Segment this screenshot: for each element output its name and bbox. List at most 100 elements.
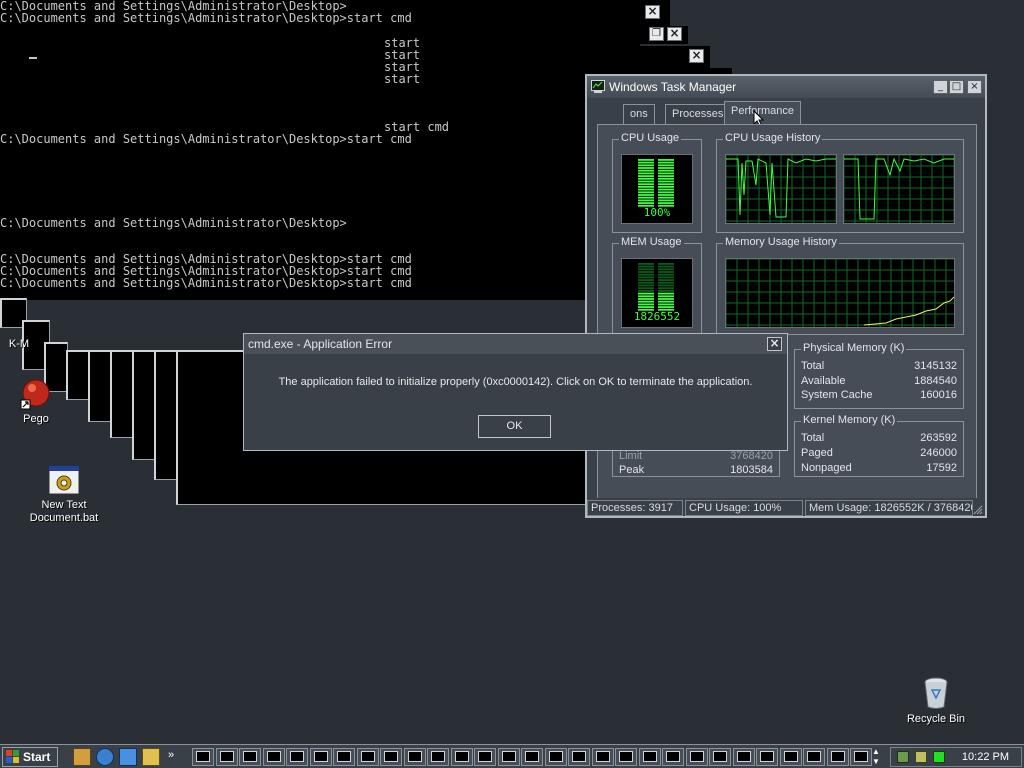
meter-bar xyxy=(658,183,674,186)
taskbar-cmd-button[interactable] xyxy=(638,748,661,766)
cmd-icon xyxy=(760,751,774,762)
taskbar-cmd-button[interactable] xyxy=(662,748,684,766)
stat-row: Paged 246000 xyxy=(801,447,957,461)
meter-bar xyxy=(638,295,654,298)
taskbar-cmd-button[interactable] xyxy=(427,748,449,766)
meter-bar xyxy=(658,180,674,183)
desktop-icon-batch[interactable]: New Text Document.bat xyxy=(24,464,104,525)
cmd-window-stack[interactable] xyxy=(132,350,156,460)
cmd-icon xyxy=(501,751,516,762)
taskbar-cmd-button[interactable] xyxy=(262,748,285,766)
maximize-icon[interactable]: □ xyxy=(949,80,964,94)
taskbar-cmd-button[interactable] xyxy=(779,748,802,766)
cmd-window-stack[interactable] xyxy=(154,350,178,480)
cmd-window-stack[interactable] xyxy=(110,350,134,438)
cmd-icon xyxy=(548,751,563,762)
cmd-window-stack[interactable] xyxy=(66,350,90,400)
taskbar-cmd-button[interactable] xyxy=(591,748,614,766)
resize-grip-icon[interactable] xyxy=(973,505,983,515)
mem-history-group: Memory Usage History xyxy=(716,236,964,335)
meter-bar xyxy=(638,180,654,183)
stat-label: Nonpaged xyxy=(801,462,852,474)
close-icon[interactable]: × xyxy=(645,5,660,19)
close-icon[interactable]: × xyxy=(689,49,704,63)
meter-bar xyxy=(658,188,674,191)
chevron-right-icon[interactable]: » xyxy=(168,749,174,761)
desktop-icon-label: Recycle Bin xyxy=(906,713,966,725)
taskbar-cmd-button[interactable] xyxy=(403,748,426,766)
taskbar-cmd-button[interactable] xyxy=(756,748,778,766)
taskbar-cmd-button[interactable] xyxy=(709,748,731,766)
speaker-icon[interactable] xyxy=(915,751,927,763)
console-line: C:\Documents and Settings\Administrator\… xyxy=(0,276,412,290)
stat-label: Peak xyxy=(619,464,645,476)
window-title: Windows Task Manager xyxy=(609,80,737,94)
meter-bar xyxy=(638,300,654,303)
task-manager-tray-icon[interactable] xyxy=(933,751,945,763)
physical-memory-group: Physical Memory (K) Total 3145132 Availa… xyxy=(794,342,964,409)
console-window[interactable]: C:\Documents and Settings\Administrator\… xyxy=(0,0,640,300)
cpu-history-plot xyxy=(843,154,955,223)
taskbar-cmd-button[interactable] xyxy=(685,748,708,766)
desktop-icon-pego[interactable]: Pego xyxy=(6,378,66,426)
taskbar-cmd-button[interactable] xyxy=(521,748,543,766)
close-icon[interactable]: × xyxy=(767,337,782,351)
dialog-title-bar[interactable]: cmd.exe - Application Error xyxy=(244,334,787,354)
kernel-memory-group: Kernel Memory (K) Total 263592 Paged 246… xyxy=(794,414,964,477)
taskbar-cmd-button[interactable] xyxy=(826,748,849,766)
taskbar-cmd-button[interactable] xyxy=(615,748,637,766)
cmd-icon xyxy=(337,751,351,762)
taskbar-cmd-button[interactable] xyxy=(450,748,473,766)
taskbar-cmd-button[interactable] xyxy=(544,748,567,766)
restore-icon[interactable]: ❐ xyxy=(649,27,664,41)
close-icon[interactable]: × xyxy=(667,27,682,41)
taskbar-cmd-button[interactable] xyxy=(286,748,308,766)
close-icon[interactable]: × xyxy=(967,80,982,94)
taskbar-cmd-button[interactable] xyxy=(497,748,520,766)
meter-bar xyxy=(638,281,654,284)
taskbar-cmd-button[interactable] xyxy=(333,748,355,766)
tab-processes[interactable]: Processes xyxy=(665,104,731,124)
taskbar-cmd-button[interactable] xyxy=(356,748,379,766)
taskbar-cmd-button[interactable] xyxy=(380,748,402,766)
stat-row: Total 3145132 xyxy=(801,360,957,374)
internet-explorer-icon[interactable] xyxy=(96,748,114,766)
group-title: MEM Usage xyxy=(619,236,684,248)
scroll-arrows-icon[interactable]: ▲ ▼ xyxy=(872,747,880,767)
taskbar-cmd-button[interactable] xyxy=(239,748,261,766)
dialog-title: cmd.exe - Application Error xyxy=(248,337,393,351)
meter-bar xyxy=(638,263,654,265)
meter-bar xyxy=(638,199,654,202)
meter-bar xyxy=(658,268,674,271)
taskbar-cmd-button[interactable] xyxy=(850,748,872,766)
minimize-icon[interactable]: _ xyxy=(933,80,948,94)
taskbar-cmd-button[interactable] xyxy=(474,748,496,766)
taskbar-cmd-button[interactable] xyxy=(732,748,755,766)
taskbar-cmd-button[interactable] xyxy=(192,748,214,766)
status-cpu: CPU Usage: 100% xyxy=(685,500,803,516)
meter-bar xyxy=(658,306,674,308)
task-manager-window[interactable]: Windows Task Manager _ □ × ons Processes… xyxy=(585,74,987,518)
taskbar-cmd-button[interactable] xyxy=(803,748,825,766)
console-line: C:\Documents and Settings\Administrator\… xyxy=(0,132,412,146)
mem-history-graph xyxy=(725,258,955,328)
outlook-icon[interactable] xyxy=(119,748,137,766)
explorer-icon[interactable] xyxy=(142,748,160,766)
ok-button[interactable]: OK xyxy=(478,415,551,438)
mem-meter-bars xyxy=(638,263,674,311)
taskbar-cmd-button[interactable] xyxy=(309,748,332,766)
taskbar-cmd-button[interactable] xyxy=(568,748,590,766)
application-error-dialog[interactable]: cmd.exe - Application Error × The applic… xyxy=(243,333,788,451)
title-bar[interactable]: Windows Task Manager xyxy=(587,76,985,98)
desktop-icon-km[interactable]: K-M xyxy=(4,338,34,351)
desktop-icon-recycle-bin[interactable]: Recycle Bin xyxy=(902,676,970,726)
cmd-window-stack[interactable] xyxy=(88,350,112,422)
network-icon[interactable] xyxy=(897,751,909,763)
start-button[interactable]: Start xyxy=(2,747,58,767)
error-message: The application failed to initialize pro… xyxy=(278,376,753,388)
show-desktop-icon[interactable] xyxy=(73,748,91,766)
taskbar-cmd-button[interactable] xyxy=(215,748,238,766)
stat-row: System Cache 160016 xyxy=(801,389,957,403)
cmd-icon xyxy=(572,751,586,762)
tab-applications[interactable]: ons xyxy=(623,104,655,124)
